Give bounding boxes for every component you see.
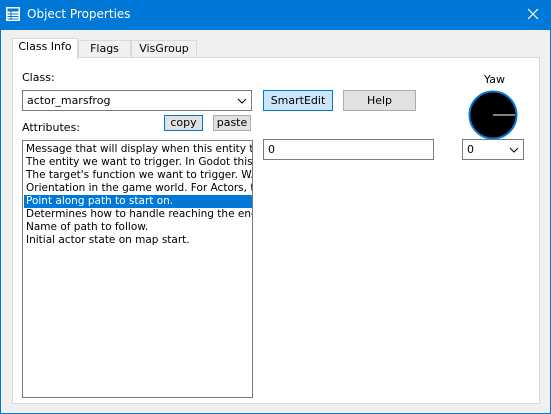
class-label: Class: [22,71,55,84]
dialog-client-area: Class Info Flags VisGroup Class: actor_m… [1,30,550,413]
copy-button[interactable]: copy [164,115,203,131]
close-button[interactable] [515,0,551,30]
paste-button[interactable]: paste [213,115,251,131]
list-item[interactable]: The entity we want to trigger. In Godot … [24,156,252,169]
tab-visgroup[interactable]: VisGroup [131,40,197,58]
tab-class-info[interactable]: Class Info [12,38,78,59]
chevron-down-icon [237,96,247,106]
help-button[interactable]: Help [343,90,416,111]
class-dropdown-value: actor_marsfrog [27,94,111,107]
class-info-panel: Class: actor_marsfrog SmartEdit Help Att… [12,57,540,404]
list-item-selected[interactable]: Point along path to start on. [24,195,252,208]
tab-flags[interactable]: Flags [78,40,131,58]
tab-label: Class Info [18,40,72,53]
list-item[interactable]: Determines how to handle reaching the en… [24,208,252,221]
attribute-value-input[interactable]: 0 [263,139,434,160]
object-properties-window: Object Properties Class Info Flags VisGr… [0,0,551,414]
list-item[interactable]: Message that will display when this enti… [24,143,252,156]
yaw-label: Yaw [484,73,505,86]
close-icon [527,8,539,23]
properties-grid-icon [6,7,20,21]
attributes-label: Attributes: [22,121,81,134]
window-title: Object Properties [27,7,131,21]
list-item[interactable]: Name of path to follow. [24,221,252,234]
chevron-down-icon [509,145,519,155]
list-item[interactable]: Orientation in the game world. For Actor… [24,182,252,195]
attribute-value-text: 0 [268,143,275,156]
smartedit-button[interactable]: SmartEdit [263,90,333,111]
list-item[interactable]: The target's function we want to trigger… [24,169,252,182]
class-dropdown[interactable]: actor_marsfrog [22,90,252,111]
list-item[interactable]: Initial actor state on map start. [24,234,252,247]
yaw-dropdown[interactable]: 0 [462,139,524,160]
tab-label: VisGroup [139,42,189,55]
yaw-dial[interactable] [468,90,518,140]
attributes-list[interactable]: Message that will display when this enti… [22,140,253,398]
tab-label: Flags [90,42,119,55]
yaw-dropdown-value: 0 [467,143,474,156]
title-bar[interactable]: Object Properties [0,0,551,30]
